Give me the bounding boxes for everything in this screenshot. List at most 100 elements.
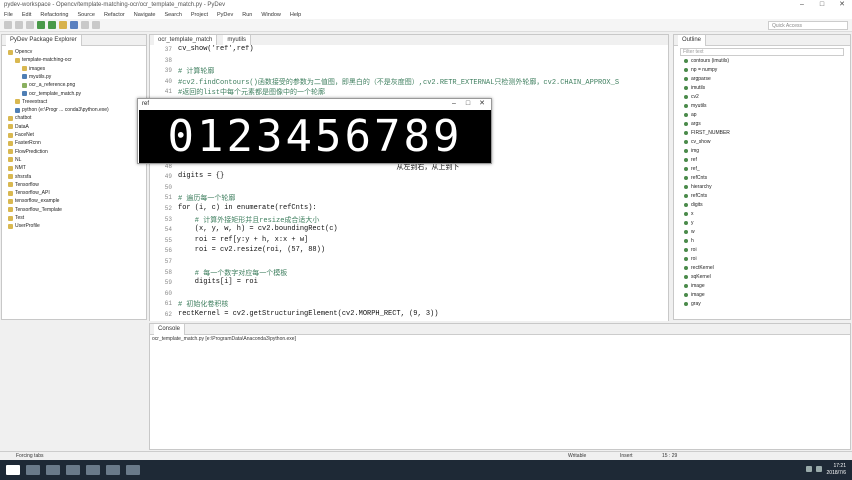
code-editor[interactable]: 37 cv_show('ref',ref) 38 39 # 计算轮廓 40 #cv2.fin…	[150, 45, 668, 321]
tree-item[interactable]: FasterRcnn	[8, 140, 41, 146]
menu-item-navigate[interactable]: Navigate	[134, 12, 156, 18]
outline-item[interactable]: roi	[684, 247, 697, 253]
tree-item[interactable]: tensorflow_example	[8, 198, 59, 204]
outline-item[interactable]: y	[684, 220, 694, 226]
editor-tab[interactable]: ocr_template_match	[154, 34, 218, 46]
tree-item[interactable]: FlowPrediction	[8, 149, 48, 155]
back-icon[interactable]	[81, 21, 89, 29]
outline-item[interactable]: ap	[684, 112, 697, 118]
code-line[interactable]: # 每一个数字对应每一个模板	[178, 268, 287, 278]
browser-icon[interactable]	[86, 465, 100, 475]
outline-item[interactable]: ref_	[684, 166, 700, 172]
outline-item[interactable]: cv_show	[684, 139, 710, 145]
tree-item[interactable]: Test	[8, 215, 24, 221]
outline-item[interactable]: myutils	[684, 103, 707, 109]
tree-item[interactable]: NMT	[8, 165, 26, 171]
tree-item[interactable]: Tensorflow_Template	[8, 207, 62, 213]
outline-tab[interactable]: Outline	[678, 34, 707, 46]
save-icon[interactable]	[15, 21, 23, 29]
outline-item[interactable]: hierarchy	[684, 184, 712, 190]
close-icon[interactable]: ✕	[832, 0, 852, 10]
code-line[interactable]: rectKernel = cv2.getStructuringElement(c…	[178, 310, 438, 318]
tree-item[interactable]: chatbot	[8, 115, 31, 121]
folder-icon[interactable]	[59, 21, 67, 29]
maximize-icon[interactable]: □	[461, 99, 475, 109]
menu-item-source[interactable]: Source	[78, 12, 95, 18]
menu-item-refactoring[interactable]: Refactoring	[40, 12, 68, 18]
tree-item[interactable]: Treeextract	[15, 99, 47, 105]
code-line[interactable]: (x, y, w, h) = cv2.boundingRect(c)	[178, 225, 338, 233]
network-icon[interactable]	[806, 466, 812, 472]
maximize-icon[interactable]: □	[812, 0, 832, 10]
outline-item[interactable]: img	[684, 148, 699, 154]
code-line[interactable]: roi = ref[y:y + h, x:x + w]	[178, 236, 308, 244]
menu-item-file[interactable]: File	[4, 12, 13, 18]
outline-item[interactable]: image	[684, 283, 705, 289]
taskbar-clock[interactable]: 17:21 2018/7/6	[827, 463, 846, 477]
outline-item[interactable]: digits	[684, 202, 703, 208]
outline-item[interactable]: imutils	[684, 85, 705, 91]
tree-item[interactable]: UserProfile	[8, 223, 40, 229]
code-line[interactable]: #cv2.findContours()函数接受的参数为二值图，即黑白的（不是灰度…	[178, 77, 619, 87]
code-line[interactable]: for (i, c) in enumerate(refCnts):	[178, 204, 317, 212]
tree-item[interactable]: shsrsfa	[8, 174, 31, 180]
outline-item[interactable]: ref	[684, 157, 697, 163]
explorer-icon[interactable]	[66, 465, 80, 475]
tree-item[interactable]: ocr_a_reference.png	[22, 82, 75, 88]
outline-item[interactable]: rectKernel	[684, 265, 714, 271]
outline-item[interactable]: gray	[684, 301, 701, 307]
outline-item[interactable]: sqKernel	[684, 274, 711, 280]
menu-item-edit[interactable]: Edit	[22, 12, 31, 18]
code-line[interactable]: # 初始化卷积核	[178, 299, 228, 309]
tree-item[interactable]: FaceNet	[8, 132, 34, 138]
start-icon[interactable]	[6, 465, 20, 475]
code-line[interactable]: digits[i] = roi	[178, 278, 258, 286]
code-line[interactable]: roi = cv2.resize(roi, (57, 88))	[178, 246, 325, 254]
tree-item[interactable]: images	[22, 66, 45, 72]
tree-item[interactable]: DataA	[8, 124, 29, 130]
ref-image-window[interactable]: ref – □ ✕ 0123456789	[137, 98, 492, 164]
task-view-icon[interactable]	[46, 465, 60, 475]
outline-item[interactable]: refCnts	[684, 175, 707, 181]
outline-item[interactable]: image	[684, 292, 705, 298]
volume-icon[interactable]	[816, 466, 822, 472]
eclipse-icon[interactable]	[106, 465, 120, 475]
outline-item[interactable]: contours (imutils)	[684, 58, 729, 64]
minimize-icon[interactable]: –	[447, 99, 461, 109]
outline-item[interactable]: refCnts	[684, 193, 707, 199]
forward-icon[interactable]	[92, 21, 100, 29]
outline-item[interactable]: roi	[684, 256, 697, 262]
python-icon[interactable]	[126, 465, 140, 475]
minimize-icon[interactable]: –	[792, 0, 812, 10]
tree-item[interactable]: Opencv	[8, 49, 32, 55]
close-icon[interactable]: ✕	[475, 99, 489, 109]
package-explorer-tab[interactable]: PyDev Package Explorer	[6, 34, 82, 46]
search-icon[interactable]	[26, 465, 40, 475]
tree-item[interactable]: NL	[8, 157, 21, 163]
menu-item-help[interactable]: Help	[290, 12, 301, 18]
code-line[interactable]: #返回的list中每个元素都是图像中的一个轮廓	[178, 87, 325, 97]
menu-item-refactor[interactable]: Refactor	[104, 12, 125, 18]
print-icon[interactable]	[26, 21, 34, 29]
code-line[interactable]: cv_show('ref',ref)	[178, 45, 254, 53]
code-line[interactable]: # 计算轮廓	[178, 66, 214, 76]
search-icon[interactable]	[70, 21, 78, 29]
quick-access-input[interactable]: Quick Access	[768, 21, 848, 30]
outline-item[interactable]: args	[684, 121, 701, 127]
outline-item[interactable]: w	[684, 229, 695, 235]
outline-filter-input[interactable]: Filter text	[680, 48, 844, 56]
tree-item[interactable]: myutils.py	[22, 74, 51, 80]
outline-item[interactable]: x	[684, 211, 694, 217]
tree-item[interactable]: Tensorflow	[8, 182, 39, 188]
debug-icon[interactable]	[48, 21, 56, 29]
new-icon[interactable]	[4, 21, 12, 29]
console-tab[interactable]: Console	[154, 323, 186, 335]
outline-item[interactable]: np = numpy	[684, 67, 717, 73]
tree-item[interactable]: Tensorflow_API	[8, 190, 50, 196]
menu-item-project[interactable]: Project	[191, 12, 208, 18]
menu-item-run[interactable]: Run	[242, 12, 252, 18]
code-line[interactable]: digits = {}	[178, 172, 224, 180]
run-icon[interactable]	[37, 21, 45, 29]
outline-item[interactable]: cv2	[684, 94, 699, 100]
menu-item-window[interactable]: Window	[261, 12, 281, 18]
